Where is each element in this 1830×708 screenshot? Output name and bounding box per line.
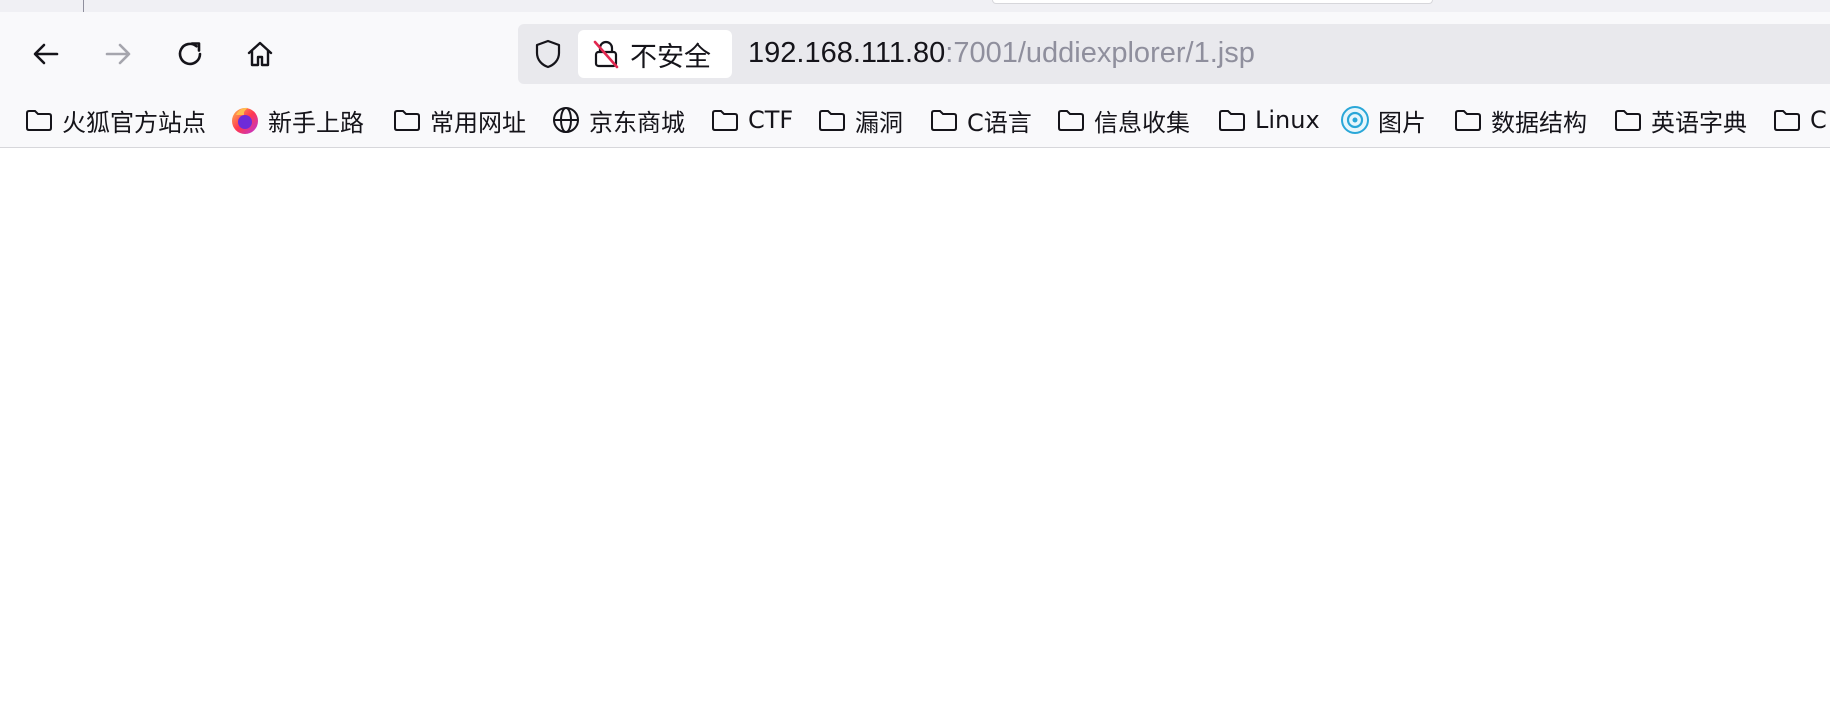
- image-site-icon: [1340, 105, 1370, 135]
- bookmark-label: 漏洞: [855, 108, 903, 137]
- bookmark-folder-vulnerabilities[interactable]: 漏洞: [817, 102, 903, 138]
- bookmark-getting-started[interactable]: 新手上路: [230, 102, 364, 138]
- arrow-left-icon: [33, 43, 59, 65]
- folder-icon: [24, 105, 54, 135]
- bookmarks-toolbar: 火狐官方站点 新手上路 常用网址 京东商城 CTF 漏洞 C语言 信息收集 Li…: [0, 92, 1830, 148]
- popup-panel-edge: [992, 0, 1433, 4]
- folder-icon: [1453, 105, 1483, 135]
- bookmark-folder-info-gathering[interactable]: 信息收集: [1056, 102, 1190, 138]
- bookmark-label: C语言: [967, 108, 1032, 137]
- bookmark-label: 图片: [1378, 108, 1426, 137]
- home-icon: [247, 41, 273, 67]
- connection-security-indicator[interactable]: 不安全: [578, 30, 732, 78]
- bookmark-label: 英语字典: [1651, 108, 1747, 137]
- folder-icon: [1613, 105, 1643, 135]
- bookmark-label: 火狐官方站点: [62, 108, 206, 137]
- folder-icon: [1217, 105, 1247, 135]
- bookmark-folder-ctf[interactable]: CTF: [710, 102, 793, 138]
- arrow-right-icon: [105, 43, 131, 65]
- bookmark-folder-c-truncated[interactable]: C: [1772, 102, 1827, 138]
- globe-icon: [551, 105, 581, 135]
- folder-icon: [710, 105, 740, 135]
- bookmark-label: Linux: [1255, 106, 1320, 134]
- back-button[interactable]: [24, 32, 68, 76]
- folder-icon: [817, 105, 847, 135]
- shield-icon[interactable]: [532, 38, 564, 70]
- firefox-icon: [230, 105, 260, 135]
- url-host: 192.168.111.80: [748, 37, 946, 69]
- bookmark-jd-mall[interactable]: 京东商城: [551, 102, 685, 138]
- bookmark-images[interactable]: 图片: [1340, 102, 1426, 138]
- folder-icon: [929, 105, 959, 135]
- bookmark-label: 信息收集: [1094, 108, 1190, 137]
- folder-icon: [1056, 105, 1086, 135]
- security-label: 不安全: [630, 41, 711, 73]
- bookmark-folder-english-dictionary[interactable]: 英语字典: [1613, 102, 1747, 138]
- bookmark-label: C: [1810, 106, 1827, 134]
- bookmark-label: 新手上路: [268, 108, 364, 137]
- bookmark-folder-data-structures[interactable]: 数据结构: [1453, 102, 1587, 138]
- bookmark-label: 京东商城: [589, 108, 685, 137]
- tab-separator: [83, 0, 84, 12]
- bookmark-folder-linux[interactable]: Linux: [1217, 102, 1320, 138]
- bookmark-label: 常用网址: [430, 108, 526, 137]
- navigation-toolbar: 不安全 192.168.111.80:7001/uddiexplorer/1.j…: [0, 12, 1830, 92]
- bookmark-folder-firefox-official[interactable]: 火狐官方站点: [24, 102, 206, 138]
- reload-button[interactable]: [168, 32, 212, 76]
- url-path: :7001/uddiexplorer/1.jsp: [945, 37, 1255, 69]
- tab-strip: [0, 0, 1830, 12]
- address-bar[interactable]: 不安全 192.168.111.80:7001/uddiexplorer/1.j…: [518, 24, 1830, 84]
- bookmark-label: CTF: [748, 106, 794, 134]
- home-button[interactable]: [238, 32, 282, 76]
- folder-icon: [392, 105, 422, 135]
- url-text[interactable]: 192.168.111.80:7001/uddiexplorer/1.jsp: [748, 37, 1255, 70]
- bookmark-folder-c-language[interactable]: C语言: [929, 102, 1032, 138]
- insecure-lock-icon: [593, 40, 619, 69]
- forward-button[interactable]: [96, 32, 140, 76]
- folder-icon: [1772, 105, 1802, 135]
- reload-icon: [178, 42, 202, 66]
- page-content: [0, 149, 1830, 708]
- bookmark-label: 数据结构: [1491, 108, 1587, 137]
- bookmark-folder-common-sites[interactable]: 常用网址: [392, 102, 526, 138]
